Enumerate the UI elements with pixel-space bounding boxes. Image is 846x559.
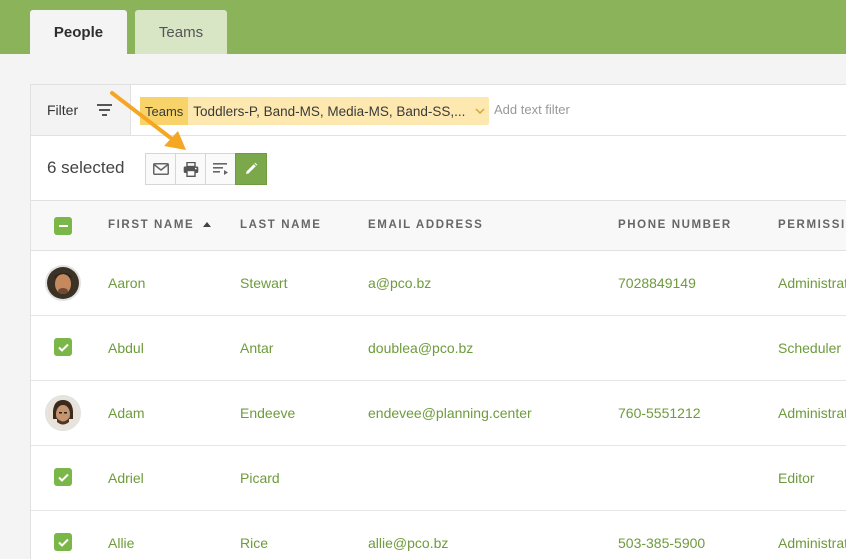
email-button[interactable] bbox=[145, 153, 176, 185]
selected-count: 6 selected bbox=[47, 158, 125, 177]
table-row[interactable]: Adriel Picard Editor bbox=[31, 446, 846, 511]
email-cell[interactable]: a@pco.bz bbox=[368, 275, 431, 291]
phone-cell[interactable]: 7028849149 bbox=[618, 275, 696, 291]
permission-cell: Administrator bbox=[778, 405, 846, 421]
row-checkbox[interactable] bbox=[54, 468, 72, 486]
avatar[interactable] bbox=[45, 265, 81, 301]
last-name-cell[interactable]: Stewart bbox=[240, 275, 287, 291]
last-name-cell[interactable]: Rice bbox=[240, 535, 268, 551]
column-header-first-name[interactable]: FIRST NAME bbox=[108, 219, 212, 231]
first-name-cell[interactable]: Adriel bbox=[108, 470, 144, 486]
row-checkbox[interactable] bbox=[54, 533, 72, 551]
last-name-cell[interactable]: Antar bbox=[240, 340, 273, 356]
sort-list-icon bbox=[212, 162, 228, 175]
tab-people[interactable]: People bbox=[30, 10, 127, 54]
last-name-cell[interactable]: Endeeve bbox=[240, 405, 295, 421]
print-button[interactable] bbox=[175, 153, 206, 185]
sort-list-button[interactable] bbox=[205, 153, 236, 185]
table-row[interactable]: Allie Rice allie@pco.bz 503-385-5900 Adm… bbox=[31, 511, 846, 559]
top-nav-bar: People Teams bbox=[0, 0, 846, 54]
print-icon bbox=[183, 161, 198, 177]
selection-toolbar-row: 6 selected bbox=[31, 136, 846, 201]
column-header-last-name[interactable]: LAST NAME bbox=[240, 219, 321, 231]
chip-value: Toddlers-P, Band-MS, Media-MS, Band-SS,.… bbox=[193, 103, 466, 119]
column-header-email[interactable]: EMAIL ADDRESS bbox=[368, 219, 483, 231]
mail-icon bbox=[152, 163, 169, 175]
avatar[interactable] bbox=[45, 395, 81, 431]
people-panel: Filter Teams Toddlers-P, Band-MS, Media-… bbox=[30, 84, 846, 559]
table-row[interactable]: Abdul Antar doublea@pco.bz Scheduler bbox=[31, 316, 846, 381]
select-all-checkbox[interactable] bbox=[54, 217, 72, 235]
permission-cell: Scheduler bbox=[778, 340, 842, 356]
tab-teams[interactable]: Teams bbox=[135, 10, 227, 54]
teams-filter-chip[interactable]: Teams Toddlers-P, Band-MS, Media-MS, Ban… bbox=[140, 97, 490, 125]
edit-button[interactable] bbox=[235, 153, 267, 185]
column-header-permissions[interactable]: PERMISSIONS bbox=[778, 219, 846, 231]
first-name-cell[interactable]: Abdul bbox=[108, 340, 144, 356]
email-cell[interactable]: allie@pco.bz bbox=[368, 535, 448, 551]
bulk-actions bbox=[145, 153, 267, 185]
filter-icon bbox=[97, 104, 112, 116]
first-name-cell[interactable]: Aaron bbox=[108, 275, 145, 291]
permission-cell: Editor bbox=[778, 470, 815, 486]
pencil-icon bbox=[246, 162, 258, 174]
phone-cell[interactable]: 760-5551212 bbox=[618, 405, 701, 421]
first-name-cell[interactable]: Allie bbox=[108, 535, 134, 551]
chip-label: Teams bbox=[140, 97, 189, 125]
check-icon bbox=[57, 343, 69, 352]
row-checkbox[interactable] bbox=[54, 338, 72, 356]
text-filter-input[interactable] bbox=[494, 102, 694, 117]
check-icon bbox=[57, 473, 69, 482]
check-icon bbox=[57, 538, 69, 547]
phone-cell[interactable]: 503-385-5900 bbox=[618, 535, 705, 551]
email-cell[interactable]: endevee@planning.center bbox=[368, 405, 532, 421]
column-header-phone[interactable]: PHONE NUMBER bbox=[618, 219, 732, 231]
email-cell[interactable]: doublea@pco.bz bbox=[368, 340, 473, 356]
filter-bar: Filter Teams Toddlers-P, Band-MS, Media-… bbox=[31, 85, 846, 136]
table-row[interactable]: Aaron Stewart a@pco.bz 7028849149 Admini… bbox=[31, 251, 846, 316]
permission-cell: Administrator bbox=[778, 275, 846, 291]
minus-icon bbox=[58, 225, 68, 227]
table-row[interactable]: Adam Endeeve endevee@planning.center 760… bbox=[31, 381, 846, 446]
permission-cell: Administrator bbox=[778, 535, 846, 551]
filter-button[interactable]: Filter bbox=[31, 85, 131, 135]
last-name-cell[interactable]: Picard bbox=[240, 470, 280, 486]
filter-button-label: Filter bbox=[47, 102, 79, 118]
chevron-down-icon[interactable] bbox=[471, 97, 489, 125]
sort-ascending-icon bbox=[203, 222, 212, 227]
table-header: FIRST NAME LAST NAME EMAIL ADDRESS PHONE… bbox=[31, 201, 846, 251]
first-name-cell[interactable]: Adam bbox=[108, 405, 145, 421]
